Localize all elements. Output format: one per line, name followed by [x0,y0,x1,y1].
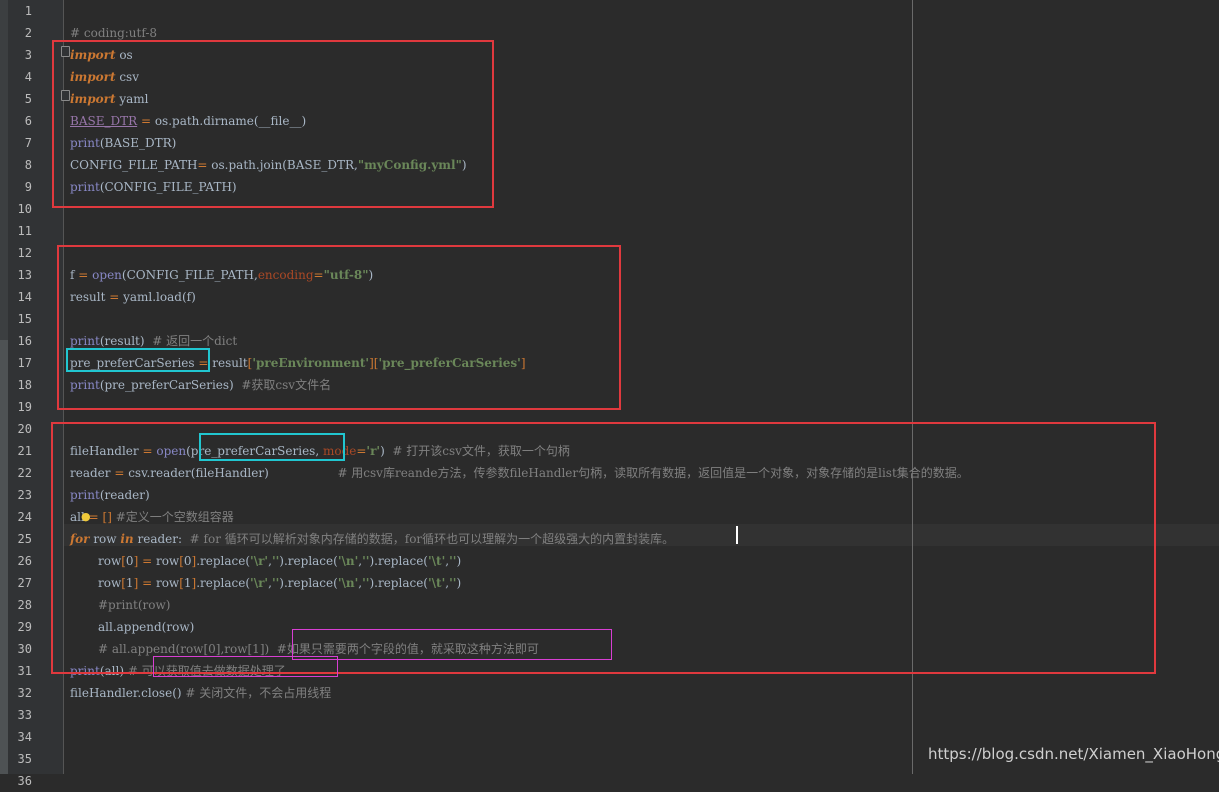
line-number: 31 [17,664,32,678]
line-number: 27 [17,576,32,590]
line-number: 10 [17,202,32,216]
line-number: 14 [17,290,32,304]
code-line[interactable]: 33 [0,704,1219,726]
line-number: 34 [17,730,32,744]
line-number: 32 [17,686,32,700]
line-number: 36 [17,774,32,788]
line-number: 35 [17,752,32,766]
highlight-box-variable [66,348,210,372]
line-number: 21 [17,444,32,458]
highlight-box-yaml-load [57,245,621,410]
code-line[interactable]: 11 [0,220,1219,242]
code-line[interactable]: 32 fileHandler.close() # 关闭文件，不会占用线程 [0,682,1219,704]
watermark-text: https://blog.csdn.net/Xiamen_XiaoHong [928,745,1219,763]
line-number: 24 [17,510,32,524]
line-number: 18 [17,378,32,392]
highlight-box-imports [52,40,494,208]
line-number: 33 [17,708,32,722]
line-number: 9 [24,180,32,194]
line-number: 3 [24,48,32,62]
highlight-box-comment-line31 [153,656,338,677]
line-number: 1 [24,4,32,18]
line-number: 20 [17,422,32,436]
line-number: 5 [24,92,32,106]
line-number: 4 [24,70,32,84]
highlight-box-open-arg [199,433,345,461]
line-number: 23 [17,488,32,502]
line-number: 11 [17,224,32,238]
code-text[interactable]: fileHandler.close() # 关闭文件，不会占用线程 [70,682,331,704]
line-number: 16 [17,334,32,348]
line-number: 12 [17,246,32,260]
code-line[interactable]: 36 [0,770,1219,792]
highlight-box-comment-line30 [292,629,612,660]
line-number: 29 [17,620,32,634]
line-number: 6 [24,114,32,128]
line-number: 7 [24,136,32,150]
line-number: 8 [24,158,32,172]
line-number: 28 [17,598,32,612]
code-line[interactable]: 1 [0,0,1219,22]
line-number: 30 [17,642,32,656]
line-number: 25 [17,532,32,546]
line-number: 13 [17,268,32,282]
line-number: 15 [17,312,32,326]
code-editor[interactable]: 1 2 # coding:utf-8 3 import os 4 import csv 5 im… [0,0,1219,788]
line-number: 19 [17,400,32,414]
line-number: 2 [24,26,32,40]
line-number: 17 [17,356,32,370]
line-number: 22 [17,466,32,480]
line-number: 26 [17,554,32,568]
